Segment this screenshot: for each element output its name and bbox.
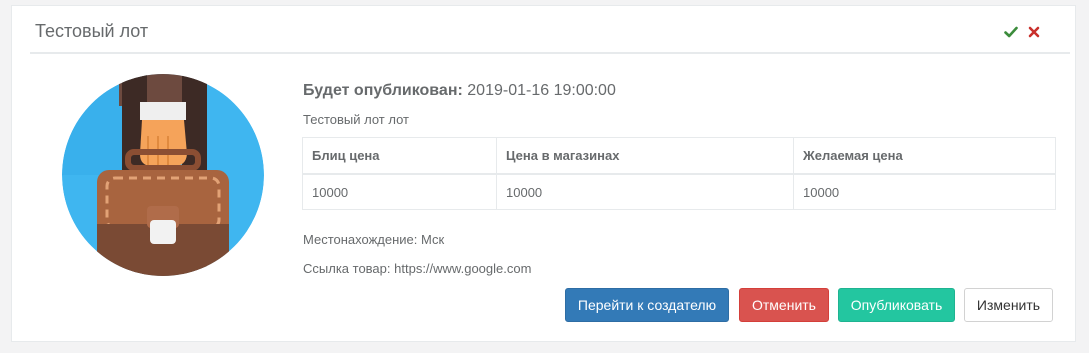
product-link[interactable]: https://www.google.com <box>394 261 531 276</box>
header-store-price: Цена в магазинах <box>496 137 794 175</box>
header-desired-price: Желаемая цена <box>793 137 1056 175</box>
cancel-button[interactable]: Отменить <box>739 288 829 322</box>
edit-button[interactable]: Изменить <box>964 288 1053 322</box>
cell-desired-price: 10000 <box>793 173 1056 210</box>
location-line: Местонахождение: Мск <box>303 232 444 247</box>
publish-label: Будет опубликован: <box>303 82 463 99</box>
prices-table: Блиц цена Цена в магазинах Желаемая цена… <box>302 137 1056 210</box>
panel-title: Тестовый лот <box>35 21 149 41</box>
briefcase-illustration <box>62 74 264 276</box>
lot-panel: Тестовый лот Будет опубликован: 2019-01-… <box>11 5 1076 342</box>
cell-blitz-price: 10000 <box>302 173 497 210</box>
publish-date: 2019-01-16 19:00:00 <box>467 82 616 99</box>
table-row: 10000 10000 10000 <box>302 173 1056 210</box>
close-icon[interactable] <box>1027 25 1041 39</box>
header-blitz-price: Блиц цена <box>302 137 497 175</box>
lot-description: Тестовый лот лот <box>303 112 409 127</box>
link-line: Ссылка товар: https://www.google.com <box>303 261 531 276</box>
location-label: Местонахождение: <box>303 232 418 247</box>
publish-button[interactable]: Опубликовать <box>838 288 955 322</box>
cell-store-price: 10000 <box>496 173 794 210</box>
goto-creator-button[interactable]: Перейти к создателю <box>565 288 729 322</box>
publish-date-line: Будет опубликован: 2019-01-16 19:00:00 <box>303 82 616 100</box>
table-header-row: Блиц цена Цена в магазинах Желаемая цена <box>302 137 1056 175</box>
panel-header: Тестовый лот <box>30 6 1070 54</box>
location-value: Мск <box>421 232 445 247</box>
link-label: Ссылка товар: <box>303 261 391 276</box>
check-icon[interactable] <box>1004 25 1018 39</box>
